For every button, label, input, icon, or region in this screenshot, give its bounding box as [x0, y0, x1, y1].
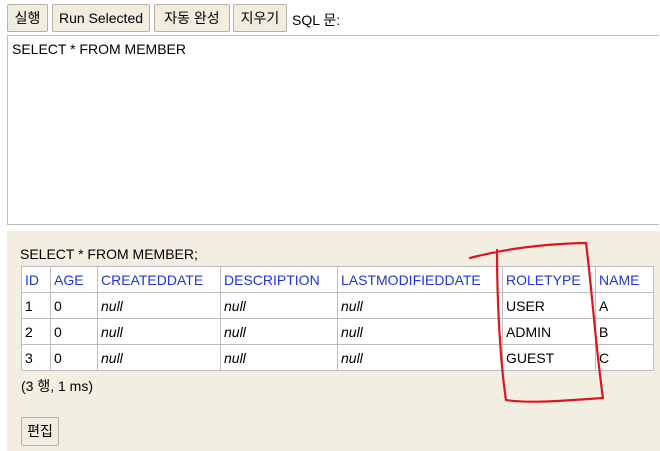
cell-id: 1	[21, 292, 51, 319]
column-header-createddate[interactable]: CREATEDDATE	[97, 266, 221, 293]
cell-id: 3	[21, 344, 51, 371]
column-header-age[interactable]: AGE	[50, 266, 98, 293]
result-query-text: SELECT * FROM MEMBER;	[20, 246, 198, 262]
result-count-text: (3 행, 1 ms)	[21, 378, 93, 394]
cell-createddate: null	[97, 318, 221, 345]
cell-description: null	[220, 292, 338, 319]
column-header-lastmodifieddate[interactable]: LASTMODIFIEDDATE	[337, 266, 503, 293]
sql-editor-text[interactable]: SELECT * FROM MEMBER	[12, 41, 186, 57]
edit-button[interactable]: 편집	[21, 417, 59, 446]
run-button[interactable]: 실행	[7, 4, 48, 32]
cell-createddate: null	[97, 344, 221, 371]
cell-age: 0	[50, 292, 98, 319]
run-selected-button[interactable]: Run Selected	[52, 4, 150, 32]
cell-description: null	[220, 318, 338, 345]
cell-description: null	[220, 344, 338, 371]
cell-lastmodifieddate: null	[337, 292, 503, 319]
cell-name: B	[595, 318, 654, 345]
sql-editor[interactable]: SELECT * FROM MEMBER	[7, 35, 659, 225]
cell-name: A	[595, 292, 654, 319]
cell-name: C	[595, 344, 654, 371]
autocomplete-button[interactable]: 자동 완성	[154, 4, 230, 32]
column-header-id[interactable]: ID	[21, 266, 51, 293]
column-header-roletype[interactable]: ROLETYPE	[502, 266, 596, 293]
sql-statement-label: SQL 문:	[292, 12, 341, 28]
cell-id: 2	[21, 318, 51, 345]
cell-roletype: GUEST	[502, 344, 596, 371]
cell-age: 0	[50, 318, 98, 345]
table-header-row: ID AGE CREATEDDATE DESCRIPTION LASTMODIF…	[21, 266, 654, 293]
clear-button[interactable]: 지우기	[233, 4, 287, 32]
toolbar: 실행 Run Selected 자동 완성 지우기 SQL 문:	[0, 0, 660, 36]
table-row: 3 0 null null null GUEST C	[21, 344, 654, 371]
cell-roletype: USER	[502, 292, 596, 319]
cell-lastmodifieddate: null	[337, 344, 503, 371]
result-table: ID AGE CREATEDDATE DESCRIPTION LASTMODIF…	[21, 266, 654, 371]
column-header-description[interactable]: DESCRIPTION	[220, 266, 338, 293]
table-row: 1 0 null null null USER A	[21, 292, 654, 319]
cell-roletype: ADMIN	[502, 318, 596, 345]
cell-createddate: null	[97, 292, 221, 319]
column-header-name[interactable]: NAME	[595, 266, 654, 293]
table-row: 2 0 null null null ADMIN B	[21, 318, 654, 345]
results-panel: SELECT * FROM MEMBER; ID AGE CREATEDDATE…	[7, 231, 660, 451]
cell-lastmodifieddate: null	[337, 318, 503, 345]
cell-age: 0	[50, 344, 98, 371]
